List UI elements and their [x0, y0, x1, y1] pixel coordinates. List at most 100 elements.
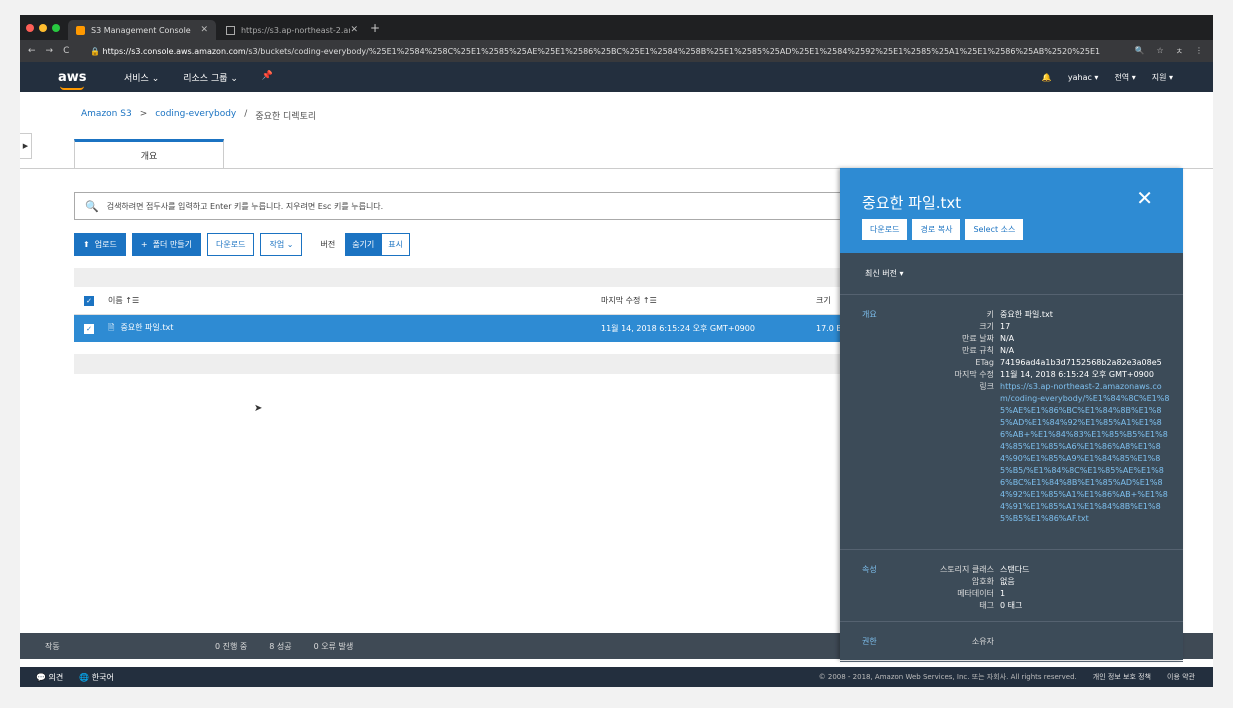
breadcrumb-amazon-s3[interactable]: Amazon S3: [81, 109, 132, 122]
aws-logo-text: aws: [58, 69, 87, 85]
tab-title: S3 Management Console: [91, 25, 191, 35]
version-toggle: 숨기기 표시: [345, 233, 411, 256]
aws-smile-icon: [60, 86, 84, 90]
field-value: 없음: [1000, 577, 1015, 586]
upload-button[interactable]: ⬆ 업로드: [74, 233, 126, 256]
browser-tab-s3-url[interactable]: https://s3.ap-northeast-2.ama ✕: [218, 20, 366, 40]
language-label: 한국어: [91, 672, 114, 682]
field-row: 태그 0 태그: [902, 600, 1172, 612]
breadcrumb: Amazon S3 > coding-everybody / 중요한 디렉토리: [81, 109, 316, 122]
maximize-window-button[interactable]: [52, 24, 60, 32]
resource-groups-menu[interactable]: 리소스 그룹 ⌄: [183, 71, 238, 84]
search-input[interactable]: 🔍 검색하려면 접두사를 입력하고 Enter 키를 누릅니다. 지우려면 Es…: [74, 192, 874, 220]
browser-actions: 🔍 ☆ ㅊ ⋮: [1134, 46, 1213, 57]
version-label: 버전: [320, 240, 336, 249]
overview-section: 개요 키 중요한 파일.txt 크기 17 만료 날짜 N/A 만료 규칙 N/A ET…: [840, 295, 1183, 550]
download-button[interactable]: 다운로드: [207, 233, 255, 256]
field-key: 만료 규칙: [962, 346, 994, 355]
panel-download-button[interactable]: 다운로드: [862, 219, 908, 240]
operations-label: 작동: [45, 641, 60, 651]
overview-section-title: 개요: [862, 310, 877, 319]
create-folder-button[interactable]: + 폴더 만들기: [131, 233, 202, 256]
field-key: 암호화: [971, 577, 994, 586]
tab-overview[interactable]: 개요: [74, 139, 224, 169]
field-row: 마지막 수정 11월 14, 2018 6:15:24 오후 GMT+0900: [902, 369, 1172, 381]
nav-buttons: ← → C: [20, 46, 90, 56]
modified-column-header[interactable]: 마지막 수정 ↑☰: [601, 295, 816, 306]
field-value: 중요한 파일.txt: [1000, 310, 1053, 319]
sidebar-toggle[interactable]: ▶: [20, 133, 32, 159]
field-key: ETag: [975, 358, 994, 367]
notification-bell-icon[interactable]: 🔔: [1042, 73, 1052, 82]
close-panel-icon[interactable]: ✕: [1136, 186, 1153, 210]
pin-icon[interactable]: 📌: [262, 71, 273, 84]
field-key: 마지막 수정: [954, 370, 994, 379]
breadcrumb-bucket[interactable]: coding-everybody: [155, 109, 236, 122]
table-footer-strip: [74, 354, 894, 374]
copy-path-button[interactable]: 경로 복사: [912, 219, 961, 240]
terms-link[interactable]: 이용 약관: [1167, 672, 1195, 682]
field-key: 소유자: [971, 637, 994, 646]
privacy-link[interactable]: 개인 정보 보호 정책: [1093, 672, 1151, 682]
new-tab-icon[interactable]: +: [370, 21, 380, 35]
file-icon: 🗎: [108, 322, 115, 332]
select-source-button[interactable]: Select 소스: [965, 219, 1024, 240]
console-footer: 💬 의견 🌐 한국어 © 2008 - 2018, Amazon Web Ser…: [20, 667, 1213, 687]
close-tab-icon[interactable]: ✕: [200, 25, 208, 35]
feedback-link[interactable]: 💬 의견: [36, 672, 63, 683]
modified-cell: 11월 14, 2018 6:15:24 오후 GMT+0900: [601, 324, 755, 333]
table-top-strip: [74, 268, 894, 287]
name-column-header[interactable]: 이름 ↑☰: [96, 295, 601, 306]
aws-header: aws 서비스 ⌄ 리소스 그룹 ⌄ 📌 🔔 yahac ▾ 전역 ▾ 지원 ▾: [20, 62, 1213, 92]
url-field[interactable]: 🔒 https://s3.console.aws.amazon.com/s3/b…: [90, 47, 1100, 56]
address-bar: ← → C 🔒 https://s3.console.aws.amazon.co…: [20, 40, 1213, 62]
file-name-link[interactable]: 중요한 파일.txt: [120, 322, 173, 336]
aws-logo[interactable]: aws: [58, 69, 98, 90]
extension-icon[interactable]: ㅊ: [1176, 46, 1183, 57]
aws-nav: 서비스 ⌄ 리소스 그룹 ⌄ 📌: [124, 71, 273, 84]
field-key: 스토리지 클래스: [939, 565, 994, 574]
hide-versions-button[interactable]: 숨기기: [345, 233, 382, 256]
object-toolbar: ⬆ 업로드 + 폴더 만들기 다운로드 작업 ⌄ 버전 숨기기 표시: [74, 233, 411, 256]
row-checkbox[interactable]: ✓: [84, 323, 94, 334]
copyright-text: © 2008 - 2018, Amazon Web Services, Inc.…: [818, 673, 1077, 681]
field-key: 태그: [979, 601, 994, 610]
permissions-fields: 소유자: [902, 636, 1000, 661]
forward-icon[interactable]: →: [46, 46, 54, 56]
menu-dots-icon[interactable]: ⋮: [1195, 46, 1203, 57]
select-all-checkbox[interactable]: ✓: [84, 295, 94, 306]
minimize-window-button[interactable]: [39, 24, 47, 32]
services-menu[interactable]: 서비스 ⌄: [124, 71, 159, 84]
object-url-link[interactable]: https://s3.ap-northeast-2.amazonaws.com/…: [1000, 382, 1169, 523]
field-value: N/A: [1000, 334, 1015, 343]
back-icon[interactable]: ←: [28, 46, 36, 56]
language-selector[interactable]: 🌐 한국어: [79, 672, 114, 683]
browser-tab-s3-console[interactable]: S3 Management Console ✕: [68, 20, 216, 40]
field-value: 스탠다드: [1000, 565, 1030, 574]
show-versions-button[interactable]: 표시: [381, 233, 411, 256]
breadcrumb-separator: /: [244, 109, 248, 119]
url-host: https://s3.console.aws.amazon.com: [102, 46, 246, 56]
select-all-cell: ✓: [74, 295, 96, 306]
upload-label: 업로드: [94, 240, 117, 249]
create-folder-label: 폴더 만들기: [152, 240, 193, 249]
user-menu[interactable]: yahac ▾: [1068, 73, 1099, 82]
actions-dropdown[interactable]: 작업 ⌄: [260, 233, 303, 256]
bookmark-star-icon[interactable]: ☆: [1156, 46, 1163, 57]
support-menu[interactable]: 지원 ▾: [1152, 72, 1173, 83]
field-row: 소유자: [902, 636, 1000, 648]
version-dropdown[interactable]: 최신 버전 ▾: [840, 253, 1183, 295]
field-value: 1: [1000, 589, 1006, 598]
close-tab-icon[interactable]: ✕: [350, 25, 358, 35]
field-row: 키 중요한 파일.txt: [902, 309, 1172, 321]
close-window-button[interactable]: [26, 24, 34, 32]
field-key: 링크: [979, 382, 994, 391]
zoom-icon[interactable]: 🔍: [1134, 46, 1144, 57]
browser-window: S3 Management Console ✕ https://s3.ap-no…: [20, 15, 1213, 687]
speech-bubble-icon: 💬: [36, 672, 46, 682]
table-row[interactable]: ✓ 🗎 중요한 파일.txt 11월 14, 2018 6:15:24 오후 GM…: [74, 315, 894, 342]
reload-icon[interactable]: C: [63, 46, 69, 56]
field-row: 만료 규칙 N/A: [902, 345, 1172, 357]
caret-right-icon: ▶: [22, 142, 29, 150]
region-menu[interactable]: 전역 ▾: [1114, 72, 1135, 83]
